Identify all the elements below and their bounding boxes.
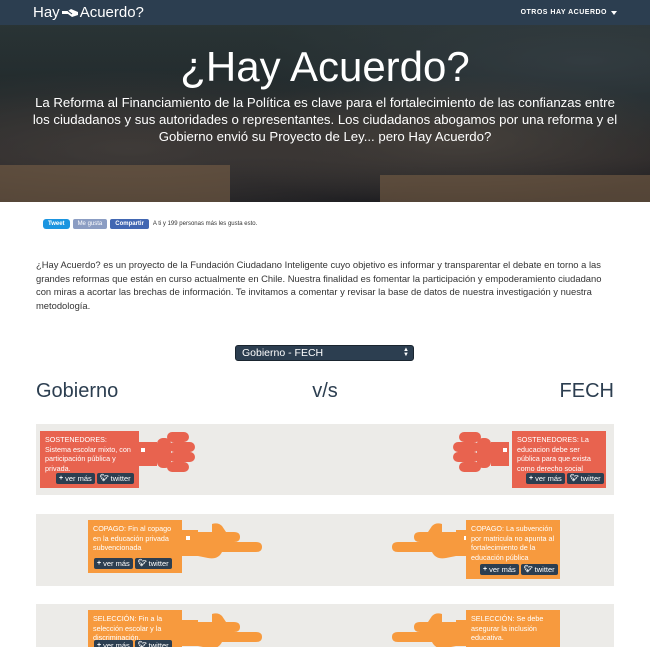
- twitter-label: twitter: [580, 473, 601, 483]
- like-count: A ti y 199 personas más les gusta esto.: [152, 221, 258, 227]
- navbar: Hay Acuerdo? OTROS HAY ACUERDO: [0, 0, 650, 25]
- handshake-icon: [61, 8, 78, 17]
- versus-right: FECH: [559, 380, 614, 402]
- hero-title: ¿Hay Acuerdo?: [180, 43, 470, 90]
- social-buttons: Tweet Me gusta Compartir A ti y 199 pers…: [43, 219, 257, 229]
- open-hand-left-icon: [182, 613, 262, 647]
- share-label: Compartir: [115, 221, 144, 227]
- otros-hay-acuerdo-dropdown[interactable]: OTROS HAY ACUERDO: [521, 9, 617, 16]
- menu-label: OTROS HAY ACUERDO: [520, 9, 607, 16]
- ver-mas-label: ver más: [65, 473, 92, 483]
- right-position-card: SELECCIÓN: Se debe asegurar la inclusión…: [466, 610, 560, 647]
- ver-mas-label: ver más: [535, 473, 562, 483]
- tweet-button[interactable]: Tweet: [43, 219, 70, 229]
- twitter-icon: 🐦︎: [99, 474, 109, 482]
- select-value: Gobierno - FECH: [242, 347, 324, 359]
- right-position-text: COPAGO: La subvención por matricula no a…: [471, 524, 555, 562]
- brand-logo[interactable]: Hay Acuerdo?: [33, 4, 144, 21]
- right-position-card: SOSTENEDORES: La educacion debe ser públ…: [512, 431, 606, 488]
- tweet-label: Tweet: [48, 221, 65, 227]
- twitter-button[interactable]: 🐦︎ twitter: [566, 472, 604, 484]
- right-position-text: SELECCIÓN: Se debe asegurar la inclusión…: [471, 614, 544, 642]
- plus-icon: +: [483, 565, 488, 573]
- right-position-text: SOSTENEDORES: La educacion debe ser públ…: [517, 435, 591, 473]
- twitter-button[interactable]: 🐦︎ twitter: [520, 563, 558, 575]
- left-position-card: COPAGO: Fin al copago en la educación pr…: [88, 520, 182, 573]
- fist-right-icon: [453, 432, 509, 472]
- twitter-button[interactable]: 🐦︎ twitter: [134, 557, 172, 569]
- twitter-button[interactable]: 🐦︎ twitter: [134, 639, 172, 647]
- twitter-icon: 🐦︎: [523, 565, 533, 573]
- caret-down-icon: [611, 10, 617, 15]
- hero-photo-desk: [0, 165, 230, 202]
- ver-mas-button[interactable]: + ver más: [56, 472, 95, 484]
- comparison-select[interactable]: Gobierno - FECH ▲ ▼: [235, 345, 414, 361]
- hero-banner: ¿Hay Acuerdo? La Reforma al Financiamien…: [0, 25, 650, 202]
- comparison-row: SELECCIÓN: Fin a la selección escolar y …: [36, 604, 614, 647]
- twitter-label: twitter: [534, 564, 555, 574]
- like-label: Me gusta: [77, 221, 103, 227]
- hero-text: La Reforma al Financiamiento de la Polít…: [32, 95, 618, 144]
- ver-mas-label: ver más: [489, 564, 516, 574]
- twitter-label: twitter: [148, 640, 169, 647]
- twitter-button[interactable]: 🐦︎ twitter: [96, 472, 134, 484]
- comparison-row: COPAGO: Fin al copago en la educación pr…: [36, 514, 614, 586]
- fist-left-icon: [139, 432, 195, 472]
- left-position-card: SOSTENEDORES: Sistema escolar mixto, con…: [40, 431, 139, 488]
- left-position-text: SOSTENEDORES: Sistema escolar mixto, con…: [45, 435, 131, 473]
- comparison-row: SOSTENEDORES: Sistema escolar mixto, con…: [36, 424, 614, 495]
- twitter-label: twitter: [110, 473, 131, 483]
- like-button[interactable]: Me gusta: [72, 219, 108, 229]
- plus-icon: +: [97, 641, 102, 647]
- open-hand-right-icon: [392, 523, 472, 559]
- open-hand-right-icon: [392, 613, 472, 647]
- plus-icon: +: [97, 559, 102, 567]
- twitter-icon: 🐦︎: [569, 474, 579, 482]
- open-hand-left-icon: [182, 523, 262, 559]
- plus-icon: +: [59, 474, 64, 482]
- twitter-icon: 🐦︎: [137, 641, 147, 647]
- ver-mas-button[interactable]: + ver más: [94, 639, 133, 647]
- ver-mas-label: ver más: [103, 558, 130, 568]
- twitter-label: twitter: [148, 558, 169, 568]
- intro-text: ¿Hay Acuerdo? es un proyecto de la Funda…: [36, 259, 602, 311]
- twitter-icon: 🐦︎: [137, 559, 147, 567]
- brand-left: Hay: [33, 4, 60, 21]
- ver-mas-button[interactable]: + ver más: [526, 472, 565, 484]
- left-position-text: SELECCIÓN: Fin a la selección escolar y …: [93, 614, 163, 642]
- share-button[interactable]: Compartir: [110, 219, 149, 229]
- ver-mas-button[interactable]: + ver más: [480, 563, 519, 575]
- ver-mas-label: ver más: [103, 640, 130, 647]
- ver-mas-button[interactable]: + ver más: [94, 557, 133, 569]
- brand-right: Acuerdo?: [79, 4, 144, 21]
- select-arrows-icon: ▲ ▼: [403, 347, 409, 358]
- right-position-card: COPAGO: La subvención por matricula no a…: [466, 520, 560, 579]
- left-position-card: SELECCIÓN: Fin a la selección escolar y …: [88, 610, 182, 647]
- versus-middle: v/s: [312, 380, 338, 402]
- left-position-text: COPAGO: Fin al copago en la educación pr…: [93, 524, 172, 552]
- hero-photo-desk: [380, 175, 650, 202]
- plus-icon: +: [529, 474, 534, 482]
